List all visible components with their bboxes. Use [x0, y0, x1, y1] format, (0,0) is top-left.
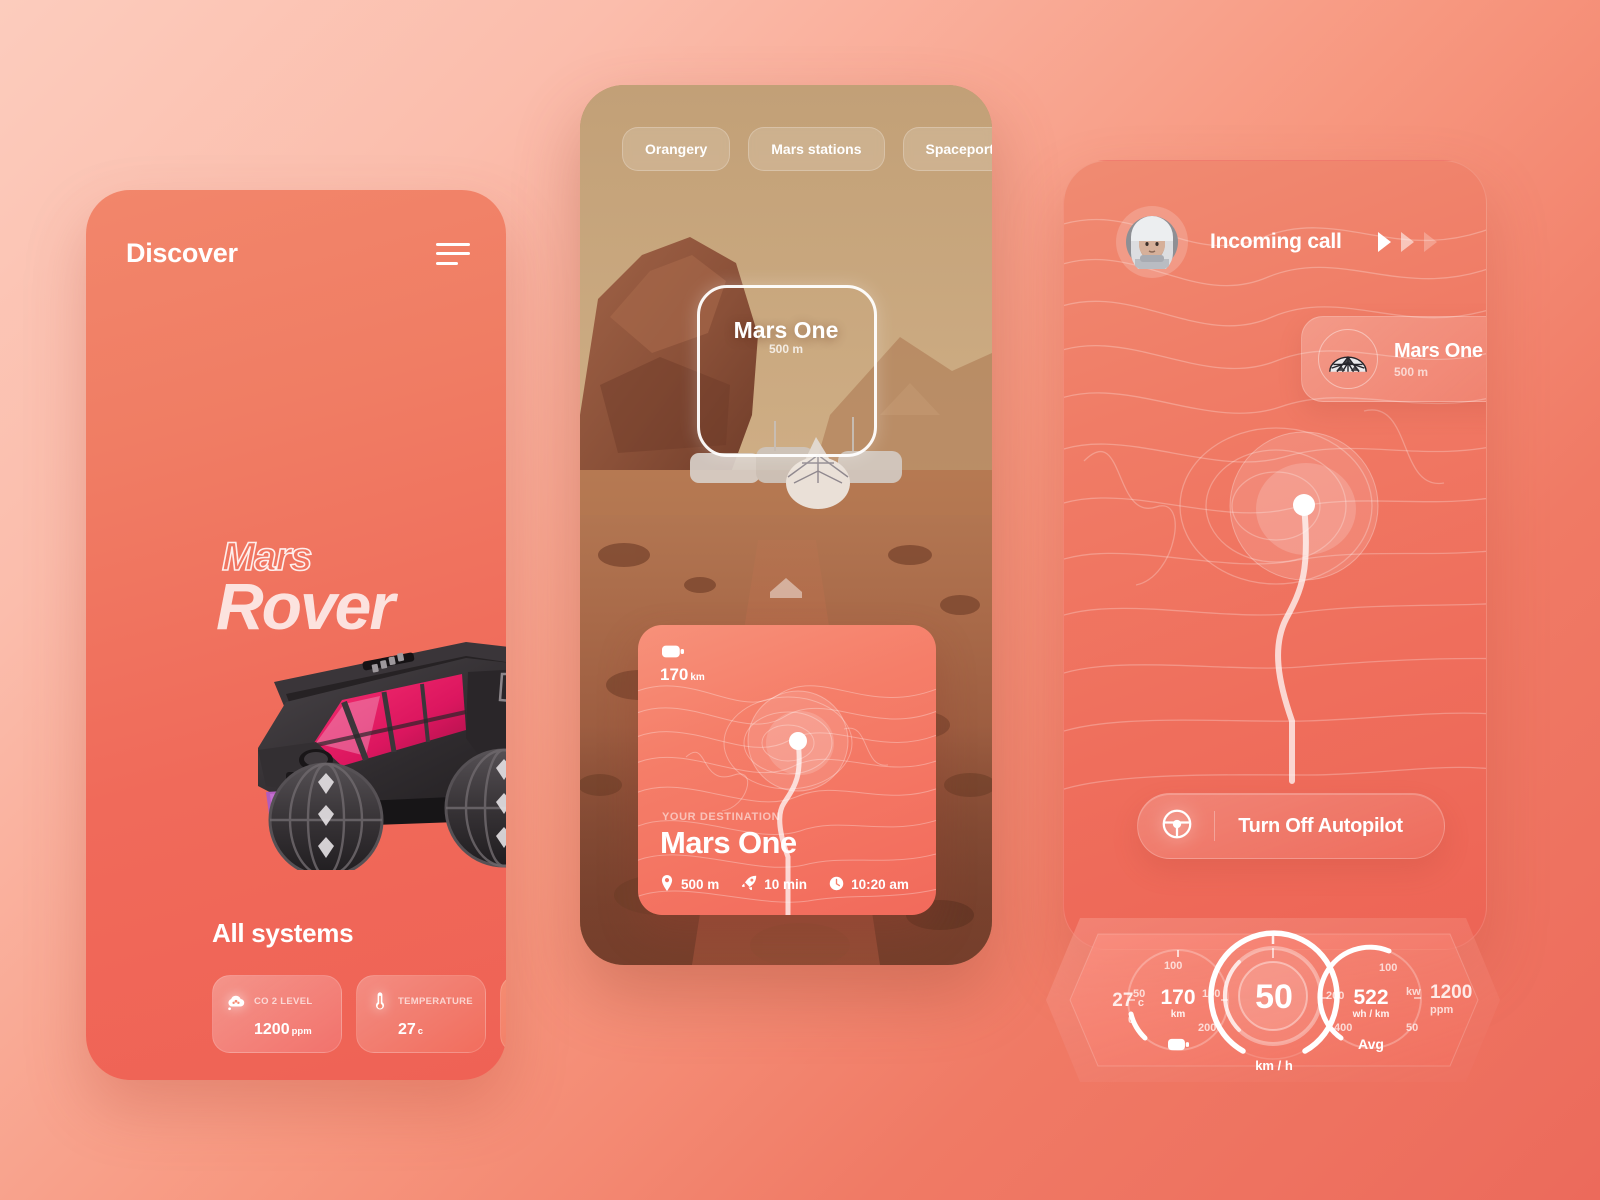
speed-gauge-unit: km / h	[1255, 1058, 1293, 1073]
range-gauge-battery-icon	[1168, 1038, 1189, 1056]
turn-off-autopilot-button[interactable]: Turn Off Autopilot	[1137, 793, 1445, 859]
thermometer-icon	[369, 990, 391, 1012]
autopilot-destination-subtitle: 500 m	[1394, 364, 1429, 379]
dashboard-temperature-unit: c	[1137, 997, 1144, 1009]
stat-card-battery[interactable]: BATTERY 91%	[500, 975, 506, 1053]
destination-info-card[interactable]: 170 km YOUR DESTINATION Mars One 500 m 10…	[638, 625, 936, 915]
battery-icon	[662, 645, 684, 663]
stat-unit-temperature: c	[417, 1026, 424, 1037]
autopilot-destination-card[interactable]: Mars One 500 m	[1301, 316, 1486, 402]
speed-gauge-value: 50	[1255, 978, 1293, 1016]
destination-meta-distance: 500 m	[660, 875, 719, 894]
co2-cloud-icon	[225, 990, 247, 1012]
stat-card-temperature[interactable]: TEMPERATURE 27 c	[356, 975, 486, 1053]
stat-label-temperature: TEMPERATURE	[398, 995, 473, 1007]
destination-distance-text: 500 m	[681, 877, 720, 892]
app-mockup-canvas: Discover Mars Rover All systems CO 2 LEV…	[0, 0, 1600, 1200]
efficiency-tick-400: 400	[1334, 1022, 1353, 1034]
chevron-right-icon[interactable]	[1377, 232, 1437, 252]
all-systems-heading: All systems	[212, 918, 354, 948]
map-pin-icon	[660, 875, 674, 894]
destination-duration-text: 10 min	[764, 877, 808, 892]
destination-meta-row: 500 m 10 min 10:20 am	[660, 875, 909, 894]
phone-autopilot-screen: Incoming call Mars One 500 m Turn Off Au…	[1063, 160, 1487, 950]
stat-value-temperature: 27	[398, 1021, 416, 1038]
efficiency-gauge-value: 522	[1353, 986, 1389, 1009]
chip-orangery[interactable]: Orangery	[622, 127, 731, 171]
page-title: Discover	[126, 238, 238, 268]
turn-off-autopilot-label: Turn Off Autopilot	[1238, 814, 1403, 837]
range-tick-200: 200	[1198, 1022, 1217, 1034]
stat-unit-co2: ppm	[291, 1026, 312, 1037]
range-tick-100: 100	[1164, 960, 1183, 972]
range-gauge-value: 170	[1160, 986, 1196, 1009]
range-tick-0: 0	[1128, 1014, 1135, 1026]
efficiency-gauge-caption: Avg	[1358, 1036, 1384, 1052]
category-chip-row: Orangery Mars stations Spaceports Lab	[622, 127, 992, 171]
autopilot-destination-title: Mars One	[1394, 339, 1483, 362]
rocket-icon	[741, 875, 757, 894]
chip-mars-stations[interactable]: Mars stations	[748, 127, 885, 171]
astronaut-avatar[interactable]	[1116, 206, 1188, 278]
destination-title: Mars One	[660, 825, 797, 860]
destination-range-unit: km	[690, 672, 705, 683]
destination-meta-duration: 10 min	[741, 875, 807, 894]
stat-label-co2: CO 2 LEVEL	[254, 995, 313, 1007]
efficiency-tick-kw: kw	[1406, 986, 1421, 998]
phone-discover-screen: Discover Mars Rover All systems CO 2 LEV…	[86, 190, 506, 1080]
discover-header: Discover	[126, 238, 470, 269]
range-gauge-unit: km	[1170, 1009, 1186, 1020]
clock-icon	[829, 876, 844, 894]
stat-value-co2: 1200	[254, 1021, 290, 1038]
hero-title-line2: Rover	[216, 569, 395, 643]
efficiency-tick-200: 200	[1326, 990, 1345, 1002]
dashboard-co2-unit: ppm	[1430, 1004, 1454, 1016]
phone-ar-navigation-screen: Orangery Mars stations Spaceports Lab Ma…	[580, 85, 992, 965]
dashboard-temperature-value: 27	[1112, 990, 1134, 1011]
dashboard-co2-value: 1200	[1430, 982, 1473, 1003]
hamburger-icon[interactable]	[436, 242, 470, 265]
systems-stat-row: CO 2 LEVEL 1200 ppm TEMPERATURE 27 c	[212, 975, 506, 1053]
chip-spaceports[interactable]: Spaceports	[902, 127, 992, 171]
destination-meta-eta: 10:20 am	[829, 876, 909, 894]
destination-eyebrow: YOUR DESTINATION	[662, 811, 781, 823]
efficiency-tick-100: 100	[1379, 962, 1398, 974]
destination-range-value: 170	[660, 665, 689, 684]
incoming-call-label: Incoming call	[1210, 230, 1342, 253]
geodesic-dome-icon	[1318, 329, 1378, 389]
destination-eta-text: 10:20 am	[851, 877, 909, 892]
steering-wheel-icon	[1160, 807, 1194, 846]
rover-dashboard-panel: 0 50 100 150 200 170 km 50 km / h 100 20…	[1038, 910, 1508, 1090]
efficiency-gauge-unit: wh / km	[1352, 1009, 1390, 1020]
ar-target-frame[interactable]	[697, 285, 877, 457]
incoming-call-row[interactable]: Incoming call	[1116, 206, 1437, 278]
stat-card-co2[interactable]: CO 2 LEVEL 1200 ppm	[212, 975, 342, 1053]
efficiency-tick-50: 50	[1406, 1022, 1419, 1034]
